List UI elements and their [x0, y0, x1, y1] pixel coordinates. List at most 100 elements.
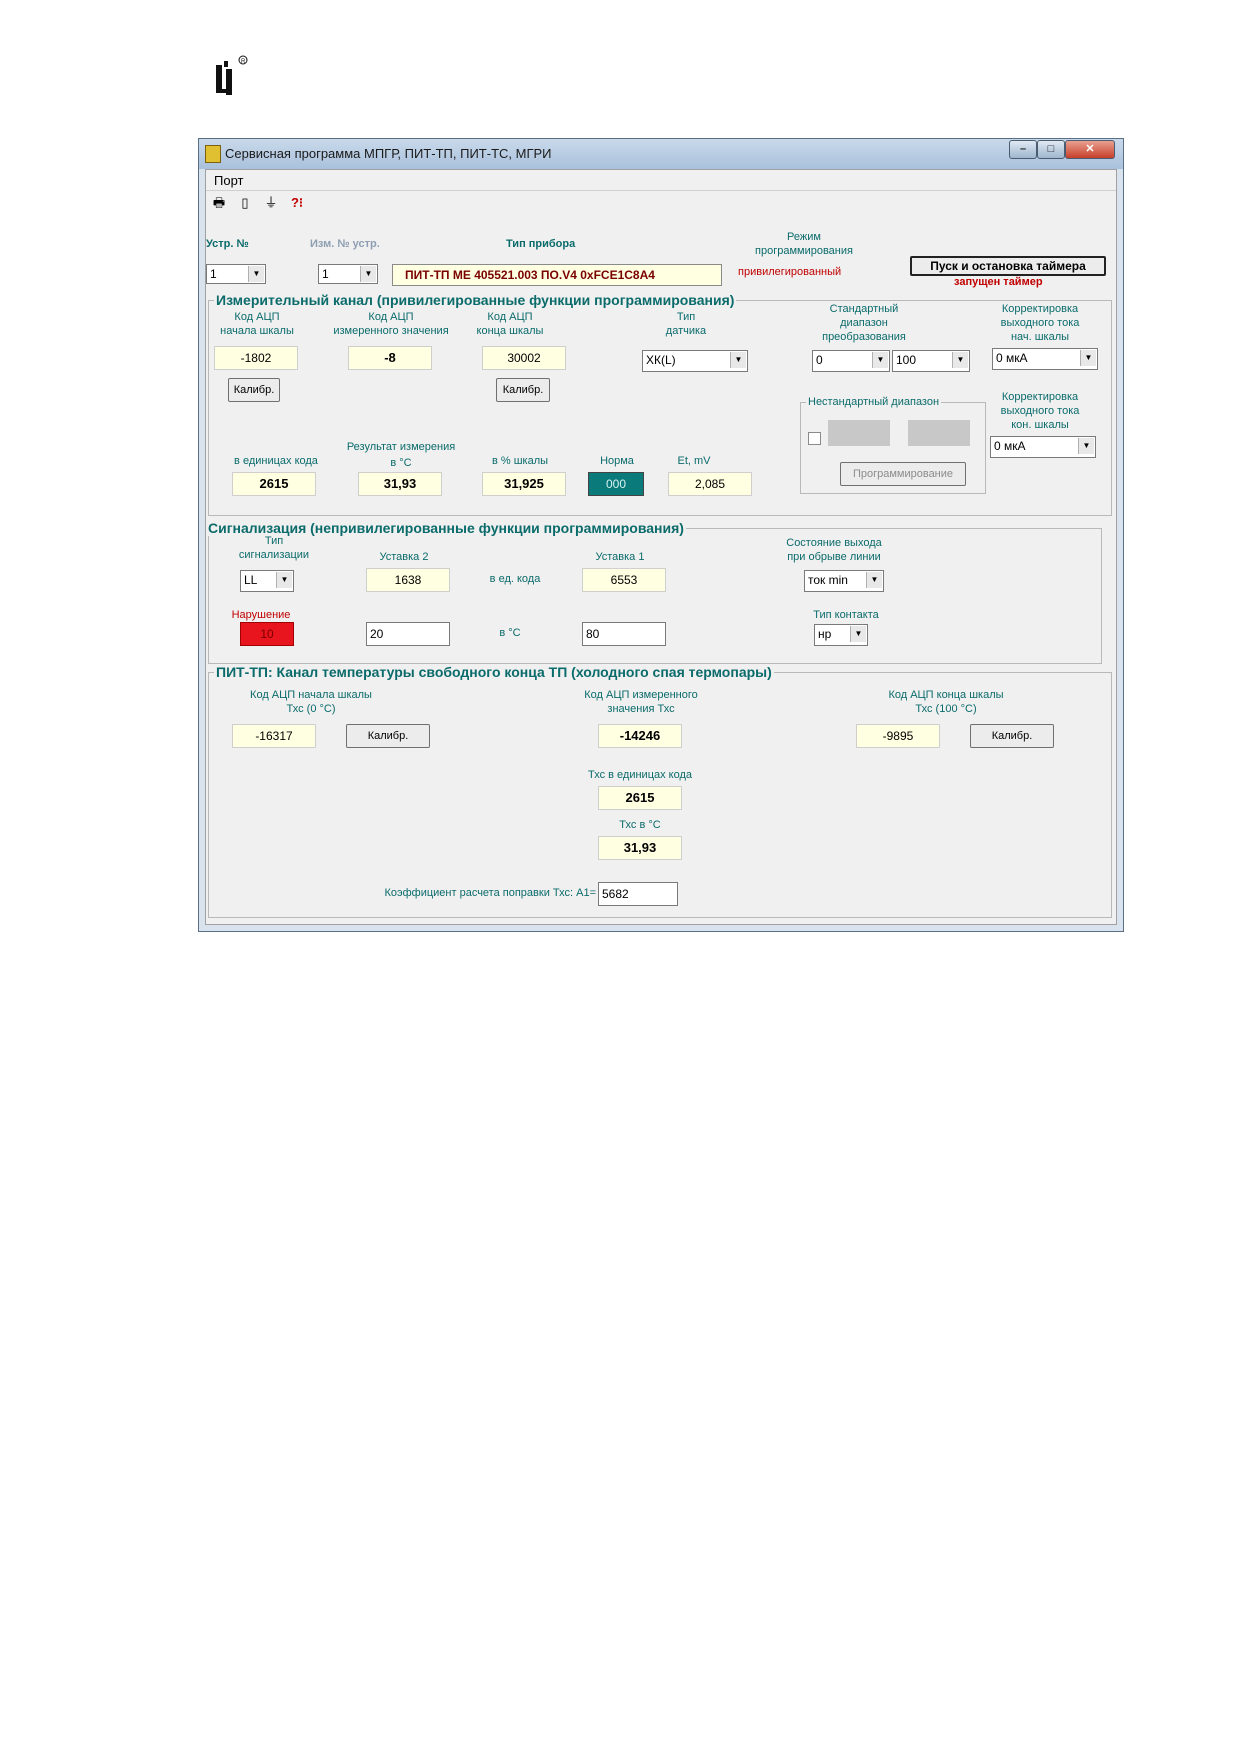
cold-junction-title: ПИТ-ТП: Канал температуры свободного кон…: [214, 664, 774, 680]
chevron-down-icon: ▼: [872, 352, 888, 368]
app-icon: [205, 145, 221, 163]
device-no-label: Устр. №: [206, 238, 249, 250]
help-icon[interactable]: ?⁝: [286, 192, 308, 214]
app-window: Сервисная программа МПГР, ПИТ-ТП, ПИТ-ТС…: [198, 138, 1124, 932]
mode-value: привилегированный: [738, 266, 842, 278]
adc-end-label-1: Код АЦП: [487, 311, 533, 323]
title-bar[interactable]: Сервисная программа МПГР, ПИТ-ТП, ПИТ-ТС…: [199, 139, 1123, 169]
cj-start-value: -16317: [232, 724, 316, 748]
result-label-2: в °С: [390, 457, 412, 469]
chevron-down-icon: ▼: [1080, 350, 1096, 366]
chevron-down-icon: ▼: [866, 572, 882, 588]
corr-end-label-1: Корректировка: [1001, 391, 1079, 403]
corr-start-select[interactable]: 0 мкА ▼: [992, 348, 1098, 370]
setpoint2-code: 1638: [366, 568, 450, 592]
cj-units-label: Тхс в единицах кода: [587, 769, 693, 781]
signal-type-select[interactable]: LL ▼: [240, 570, 294, 592]
chevron-down-icon: ▼: [360, 266, 376, 282]
chevron-down-icon: ▼: [276, 572, 292, 588]
adc-start-value: -1802: [214, 346, 298, 370]
cj-end-label-1: Код АЦП конца шкалы: [888, 689, 1004, 701]
units-value: 2615: [232, 472, 316, 496]
chevron-down-icon: ▼: [1078, 438, 1094, 454]
cj-celsius-value: 31,93: [598, 836, 682, 860]
printer-icon[interactable]: 🖶: [208, 192, 230, 214]
code-units-label: в ед. кода: [489, 573, 541, 585]
adc-meas-value: -8: [348, 346, 432, 370]
corr-start-label-3: нач. шкалы: [1010, 331, 1070, 343]
std-range-from-select[interactable]: 0 ▼: [812, 350, 890, 372]
std-range-label-1: Стандартный: [829, 303, 899, 315]
nonstd-range-from: [828, 420, 890, 446]
cj-meas-label-1: Код АЦП измеренного: [584, 689, 698, 701]
company-logo: R: [214, 55, 248, 97]
cj-end-label-2: Тхс (100 °С): [915, 703, 977, 715]
device-no-select[interactable]: 1 ▼: [206, 264, 266, 284]
norm-label: Норма: [600, 455, 634, 467]
calibrate-start-button[interactable]: Калибр.: [228, 378, 280, 402]
nonstd-range-title: Нестандартный диапазон: [806, 396, 942, 408]
adc-start-label-2: начала шкалы: [220, 325, 294, 337]
mode-label-2: программирования: [755, 245, 853, 257]
percent-value: 31,925: [482, 472, 566, 496]
minimize-icon[interactable]: –: [1009, 140, 1037, 159]
result-label-1: Результат измерения: [346, 441, 456, 453]
std-range-label-3: преобразования: [822, 331, 906, 343]
std-range-to-select[interactable]: 100 ▼: [892, 350, 970, 372]
signal-type-label-1: Тип: [264, 535, 284, 547]
violation-label: Нарушение: [231, 609, 291, 621]
cj-start-label-1: Код АЦП начала шкалы: [250, 689, 372, 701]
cj-calibrate-end-button[interactable]: Калибр.: [970, 724, 1054, 748]
celsius-value: 31,93: [358, 472, 442, 496]
measuring-channel-title: Измерительный канал (привилегированные ф…: [214, 292, 737, 308]
corr-start-label-1: Корректировка: [1001, 303, 1079, 315]
break-state-label-2: при обрыве линии: [787, 551, 881, 563]
timer-status: запущен таймер: [954, 276, 1043, 288]
nonstd-range-checkbox[interactable]: [808, 432, 821, 445]
close-icon[interactable]: ✕: [1065, 140, 1115, 159]
norm-indicator: 000: [588, 472, 644, 496]
cj-calibrate-start-button[interactable]: Калибр.: [346, 724, 430, 748]
contact-type-label: Тип контакта: [813, 609, 879, 621]
setpoint1-code: 6553: [582, 568, 666, 592]
corr-end-label-3: кон. шкалы: [1011, 419, 1069, 431]
adc-end-label-2: конца шкалы: [476, 325, 544, 337]
chevron-down-icon: ▼: [248, 266, 264, 282]
units-label: в единицах кода: [234, 455, 318, 467]
device-type-value: ПИТ-ТП МЕ 405521.003 ПО.V4 0xFCE1C8A4: [392, 264, 722, 286]
filter-icon[interactable]: ⏚: [260, 192, 282, 214]
cj-end-value: -9895: [856, 724, 940, 748]
std-range-label-2: диапазон: [840, 317, 888, 329]
break-state-select[interactable]: ток min ▼: [804, 570, 884, 592]
timer-button[interactable]: Пуск и остановка таймера: [910, 256, 1106, 276]
nonstd-range-to: [908, 420, 970, 446]
et-label: Et, mV: [677, 455, 711, 467]
mode-label-1: Режим: [787, 231, 821, 243]
sensor-type-label-1: Тип: [676, 311, 696, 323]
program-button[interactable]: Программирование: [840, 462, 966, 486]
cj-coef-input[interactable]: 5682: [598, 882, 678, 906]
sensor-type-label-2: датчика: [665, 325, 707, 337]
chevron-down-icon: ▼: [730, 352, 746, 368]
corr-end-select[interactable]: 0 мкА ▼: [990, 436, 1096, 458]
setpoint2-celsius-input[interactable]: 20: [366, 622, 450, 646]
calibrate-end-button[interactable]: Калибр.: [496, 378, 550, 402]
menu-port[interactable]: Порт: [214, 173, 243, 188]
contact-type-select[interactable]: нр ▼: [814, 624, 868, 646]
setpoint1-label: Уставка 1: [595, 551, 645, 563]
setpoint1-celsius-input[interactable]: 80: [582, 622, 666, 646]
cj-meas-label-2: значения Тхс: [607, 703, 675, 715]
adc-meas-label-1: Код АЦП: [368, 311, 414, 323]
window-title: Сервисная программа МПГР, ПИТ-ТП, ПИТ-ТС…: [225, 146, 552, 161]
adc-end-value: 30002: [482, 346, 566, 370]
corr-start-label-2: выходного тока: [1000, 317, 1080, 329]
maximize-icon[interactable]: □: [1037, 140, 1065, 159]
change-no-select[interactable]: 1 ▼: [318, 264, 378, 284]
cj-units-value: 2615: [598, 786, 682, 810]
device-icon[interactable]: ▯: [234, 192, 256, 214]
sensor-type-select[interactable]: ХК(L) ▼: [642, 350, 748, 372]
toolbar: 🖶 ▯ ⏚ ?⁝: [208, 192, 312, 216]
change-no-label: Изм. № устр.: [310, 238, 380, 250]
et-value: 2,085: [668, 472, 752, 496]
percent-label: в % шкалы: [491, 455, 549, 467]
